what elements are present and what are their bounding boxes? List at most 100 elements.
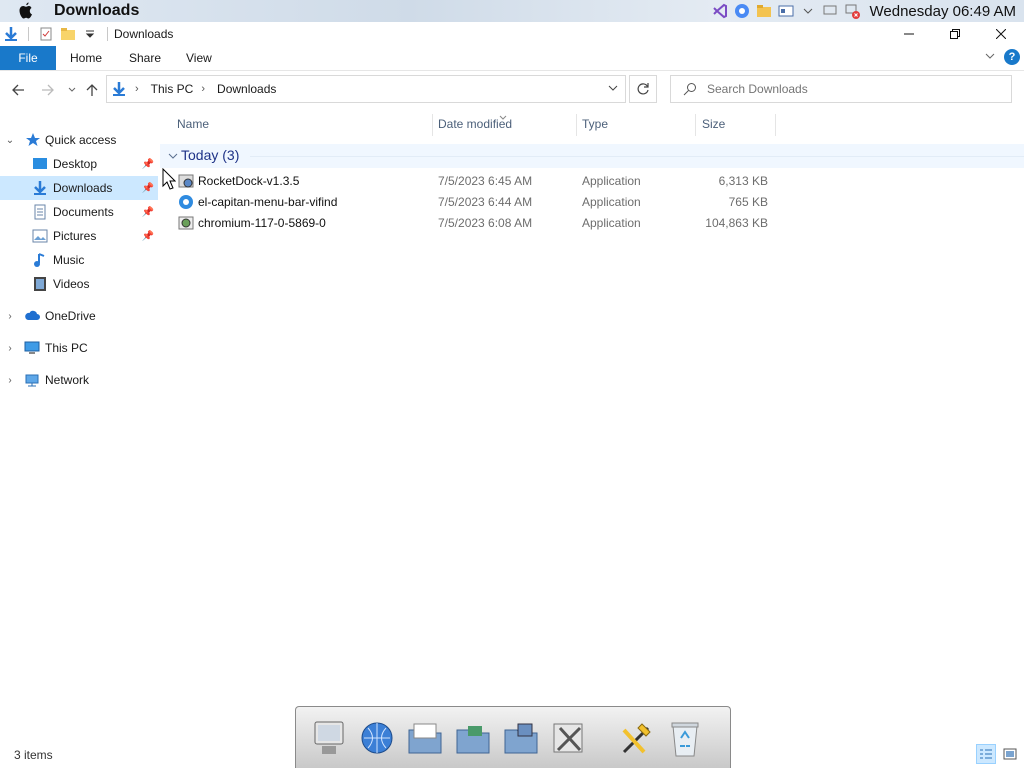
nav-onedrive[interactable]: › OneDrive	[0, 304, 158, 328]
chevron-down-icon[interactable]	[168, 150, 178, 164]
pin-icon[interactable]: 📌	[142, 207, 154, 218]
group-header-today[interactable]: Today (3)	[160, 144, 1024, 168]
nav-label: Pictures	[53, 229, 97, 243]
network-icon	[24, 372, 40, 388]
chevron-right-icon[interactable]: ›	[4, 311, 16, 322]
file-row[interactable]: chromium-117-0-5869-0 7/5/2023 6:08 AM A…	[160, 213, 780, 234]
visual-studio-icon[interactable]	[712, 3, 728, 19]
properties-icon[interactable]	[37, 25, 55, 43]
column-divider[interactable]	[695, 114, 696, 136]
computer-dock-icon[interactable]	[310, 716, 348, 760]
nav-pictures[interactable]: Pictures 📌	[0, 224, 158, 248]
search-box[interactable]	[670, 75, 1012, 103]
large-icons-view-icon[interactable]	[1000, 744, 1020, 764]
tab-view[interactable]: View	[172, 46, 226, 70]
application-icon	[178, 215, 194, 231]
file-date: 7/5/2023 6:08 AM	[438, 216, 533, 230]
nav-network[interactable]: › Network	[0, 368, 158, 392]
pin-icon[interactable]: 📌	[142, 183, 154, 194]
help-icon[interactable]: ?	[1004, 49, 1020, 65]
pictures-folder-dock-icon[interactable]	[502, 716, 540, 760]
nav-videos[interactable]: Videos	[0, 272, 158, 296]
star-icon	[25, 132, 41, 148]
forward-arrow-icon[interactable]	[38, 80, 58, 100]
file-name: chromium-117-0-5869-0	[198, 216, 326, 230]
chevron-right-icon[interactable]: ›	[4, 343, 16, 354]
column-type[interactable]: Type	[582, 117, 608, 131]
restore-button[interactable]	[932, 22, 978, 46]
settings-dock-icon[interactable]	[550, 716, 588, 760]
refresh-button[interactable]	[629, 75, 657, 103]
screen-tray-icon[interactable]	[822, 3, 838, 19]
chrome-icon[interactable]	[734, 3, 750, 19]
window-title: Downloads	[114, 27, 174, 41]
menubar-app-title[interactable]: Downloads	[54, 2, 139, 20]
item-count: 3 items	[14, 748, 53, 762]
nav-label: Downloads	[53, 181, 113, 195]
download-location-icon	[111, 81, 127, 97]
file-date: 7/5/2023 6:44 AM	[438, 195, 533, 209]
nav-label: Documents	[53, 205, 114, 219]
column-name[interactable]: Name	[177, 117, 209, 131]
file-size: 6,313 KB	[718, 174, 768, 188]
nav-label: This PC	[45, 341, 88, 355]
computer-icon	[24, 340, 40, 356]
globe-dock-icon[interactable]	[358, 716, 396, 760]
nav-desktop[interactable]: Desktop 📌	[0, 152, 158, 176]
column-divider[interactable]	[775, 114, 776, 136]
breadcrumb-this-pc[interactable]: This PC	[151, 82, 194, 96]
tab-home[interactable]: Home	[56, 46, 116, 70]
new-folder-icon[interactable]	[59, 25, 77, 43]
address-bar[interactable]: › This PC › Downloads	[106, 75, 626, 103]
nav-downloads[interactable]: Downloads 📌	[0, 176, 158, 200]
pin-icon[interactable]: 📌	[142, 231, 154, 242]
nav-quick-access[interactable]: ⌄ Quick access	[0, 128, 158, 152]
music-folder-dock-icon[interactable]	[454, 716, 492, 760]
tab-file[interactable]: File	[0, 46, 56, 70]
close-button[interactable]	[978, 22, 1024, 46]
sort-indicator-icon	[499, 110, 507, 124]
file-date: 7/5/2023 6:45 AM	[438, 174, 533, 188]
documents-folder-dock-icon[interactable]	[406, 716, 444, 760]
download-folder-icon	[2, 25, 20, 43]
file-row[interactable]: el-capitan-menu-bar-vifind 7/5/2023 6:44…	[160, 192, 780, 213]
tab-share[interactable]: Share	[115, 46, 175, 70]
file-row[interactable]: RocketDock-v1.3.5 7/5/2023 6:45 AM Appli…	[160, 171, 780, 192]
chevron-down-icon[interactable]	[800, 3, 816, 19]
group-label: Today (3)	[181, 147, 240, 163]
nav-label: Desktop	[53, 157, 98, 171]
search-input[interactable]	[705, 81, 999, 97]
customize-qat-icon[interactable]	[81, 25, 99, 43]
pin-icon[interactable]: 📌	[142, 159, 154, 170]
column-divider[interactable]	[432, 114, 433, 136]
recent-locations-icon[interactable]	[62, 80, 82, 100]
chevron-right-icon[interactable]: ›	[4, 375, 16, 386]
column-divider[interactable]	[576, 114, 577, 136]
download-icon	[32, 180, 48, 196]
nav-documents[interactable]: Documents 📌	[0, 200, 158, 224]
details-view-icon[interactable]	[976, 744, 996, 764]
chevron-right-icon[interactable]: ›	[135, 83, 139, 95]
breadcrumb-downloads[interactable]: Downloads	[217, 82, 276, 96]
documents-icon	[32, 204, 48, 220]
up-arrow-icon[interactable]	[82, 80, 102, 100]
address-dropdown-icon[interactable]	[607, 82, 619, 97]
nav-this-pc[interactable]: › This PC	[0, 336, 158, 360]
chevron-down-icon[interactable]: ⌄	[4, 135, 16, 146]
column-size[interactable]: Size	[702, 117, 725, 131]
search-icon	[683, 82, 697, 96]
recycle-bin-icon[interactable]	[666, 716, 704, 760]
network-error-icon[interactable]	[844, 3, 860, 19]
clock[interactable]: Wednesday 06:49 AM	[870, 3, 1016, 20]
expand-ribbon-icon[interactable]	[984, 50, 996, 65]
tools-dock-icon[interactable]	[618, 716, 656, 760]
videos-icon	[32, 276, 48, 292]
chevron-right-icon[interactable]: ›	[201, 83, 205, 95]
apple-icon[interactable]	[18, 2, 36, 20]
window-tray-icon[interactable]	[778, 3, 794, 19]
nav-music[interactable]: Music	[0, 248, 158, 272]
group-divider	[250, 156, 1024, 157]
minimize-button[interactable]	[886, 22, 932, 46]
folder-tray-icon[interactable]	[756, 3, 772, 19]
back-arrow-icon[interactable]	[8, 80, 28, 100]
